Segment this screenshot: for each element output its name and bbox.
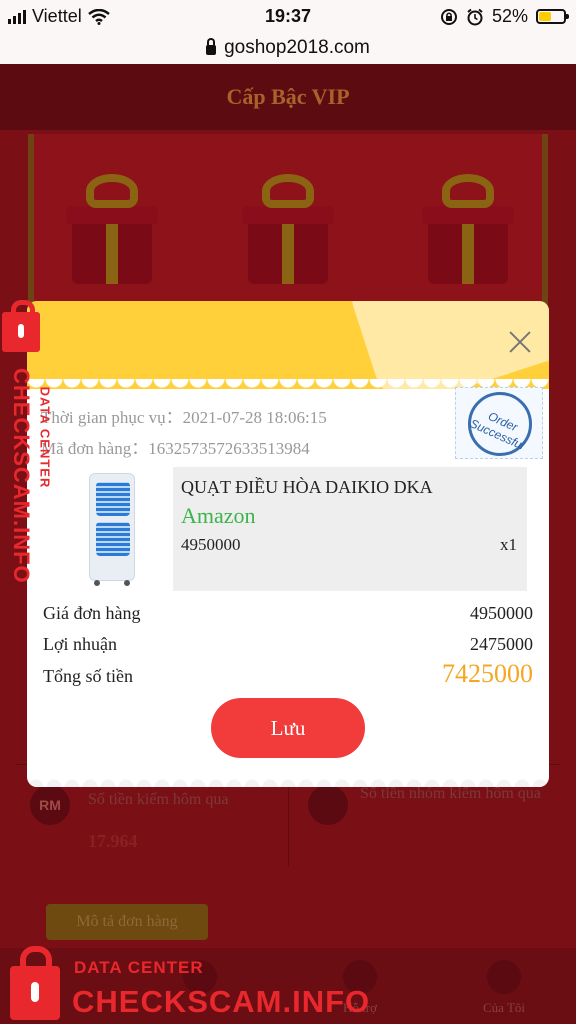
profit-value: 2475000 <box>470 634 533 654</box>
alarm-icon <box>467 8 483 25</box>
air-cooler-image <box>89 473 135 586</box>
yesterday-earnings-value: 17.964 <box>88 831 138 851</box>
battery-percent: 52% <box>491 6 528 26</box>
page-title: Cấp Bậc VIP <box>0 64 576 130</box>
close-icon[interactable] <box>507 329 533 355</box>
service-time-label: Thời gian phục vụ： <box>41 408 183 427</box>
watermark-big: CHECKSCAM.INFO <box>72 984 371 1019</box>
save-button[interactable]: Lưu <box>211 698 365 758</box>
order-price-value: 4950000 <box>470 603 533 623</box>
watermark-big-vertical: CHECKSCAM.INFO <box>9 368 34 584</box>
product-brand: Amazon <box>181 503 256 528</box>
total-value: 7425000 <box>442 659 533 688</box>
order-id-label: Mã đơn hàng： <box>41 439 149 458</box>
product-price: 4950000 <box>181 535 241 554</box>
gift-box-icon[interactable] <box>240 174 336 284</box>
order-description-tab[interactable]: Mô tả đơn hàng <box>46 904 208 940</box>
modal-header <box>27 301 549 389</box>
money-bag-icon <box>308 785 348 825</box>
service-time-row: Thời gian phục vụ：2021-07-28 18:06:15 <box>41 403 327 428</box>
order-successful-stamp: Order Successful <box>455 387 543 459</box>
watermark-lock-icon <box>2 300 40 352</box>
rotation-lock-icon <box>440 8 457 25</box>
total-row: Tổng số tiền 7425000 <box>43 659 533 689</box>
battery-icon <box>536 9 569 24</box>
order-price-row: Giá đơn hàng 4950000 <box>43 603 533 624</box>
product-name: QUẠT ĐIỀU HÒA DAIKIO DKA <box>181 477 433 497</box>
watermark-lock-icon <box>10 946 60 1020</box>
order-id-value: 1632573572633513984 <box>148 439 310 458</box>
product-image <box>49 467 173 591</box>
status-right-group: 52% <box>440 6 569 27</box>
gift-box-icon[interactable] <box>420 174 516 284</box>
status-bar: Viettel 19:37 52% <box>0 0 576 32</box>
yesterday-earnings-label: Số tiền kiếm hôm qua <box>88 791 229 808</box>
user-icon <box>487 960 521 994</box>
total-label: Tổng số tiền <box>43 666 133 686</box>
currency-icon: RM <box>30 785 70 825</box>
gift-box-icon[interactable] <box>64 174 160 284</box>
profit-row: Lợi nhuận 2475000 <box>43 634 533 655</box>
address-bar[interactable]: goshop2018.com <box>0 32 576 64</box>
order-id-row: Mã đơn hàng：1632573572633513984 <box>41 434 310 459</box>
service-time-value: 2021-07-28 18:06:15 <box>182 408 327 427</box>
divider <box>288 775 289 867</box>
tab-account[interactable]: Của Tôi <box>464 960 544 1016</box>
profit-label: Lợi nhuận <box>43 634 118 654</box>
lock-icon <box>206 38 217 55</box>
tab-account-label: Của Tôi <box>482 1000 525 1015</box>
url-text: goshop2018.com <box>224 37 370 58</box>
order-price-label: Giá đơn hàng <box>43 603 141 623</box>
modal-footer-edge <box>27 773 549 787</box>
product-card: QUẠT ĐIỀU HÒA DAIKIO DKA Amazon 4950000 … <box>49 467 527 591</box>
watermark-small: DATA CENTER <box>74 958 204 977</box>
product-quantity: x1 <box>500 535 517 554</box>
watermark-small-vertical: DATA CENTER <box>37 386 53 489</box>
order-detail-modal: Order Successful Thời gian phục vụ：2021-… <box>27 301 549 787</box>
battery-level <box>539 12 552 21</box>
